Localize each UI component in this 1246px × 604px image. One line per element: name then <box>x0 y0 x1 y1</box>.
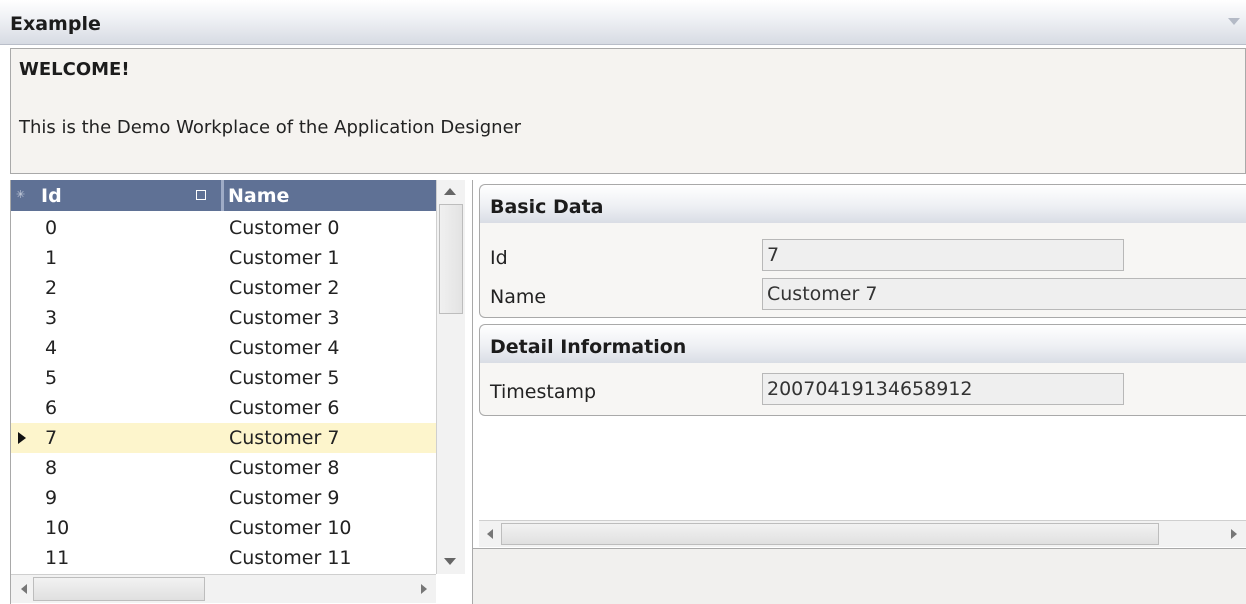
grid-corner-icon[interactable]: ✳ <box>16 188 30 202</box>
table-row[interactable]: 1 Customer 1 <box>11 243 436 273</box>
welcome-message: This is the Demo Workplace of the Applic… <box>19 117 522 138</box>
name-field[interactable]: Customer 7 <box>762 278 1246 310</box>
grid-horizontal-scrollbar[interactable] <box>11 574 436 603</box>
cell-name: Customer 4 <box>229 337 340 359</box>
column-header-id[interactable]: Id <box>41 183 219 209</box>
detail-panel: Basic Data Id 7 Name Customer 7 Detail I… <box>472 180 1246 548</box>
timestamp-label: Timestamp <box>490 381 597 403</box>
cell-name: Customer 10 <box>229 517 352 539</box>
cell-id: 5 <box>45 367 58 389</box>
id-label: Id <box>490 247 508 269</box>
scroll-thumb[interactable] <box>501 523 1159 545</box>
scroll-thumb[interactable] <box>33 577 205 601</box>
table-row[interactable]: 6 Customer 6 <box>11 393 436 423</box>
cell-name: Customer 0 <box>229 217 340 239</box>
cell-name: Customer 1 <box>229 247 340 269</box>
basic-data-title: Basic Data <box>490 196 604 218</box>
column-header-name[interactable]: Name <box>228 183 289 209</box>
scroll-down-icon[interactable] <box>444 558 456 565</box>
grid-header: ✳ Id Name <box>11 180 436 211</box>
status-area <box>472 548 1246 604</box>
cell-id: 7 <box>45 427 58 449</box>
column-separator[interactable] <box>221 180 224 211</box>
id-field[interactable]: 7 <box>762 239 1124 271</box>
cell-id: 1 <box>45 247 58 269</box>
collapse-icon[interactable] <box>1228 18 1240 25</box>
grid-vertical-scrollbar[interactable] <box>436 180 465 574</box>
table-row[interactable]: 9 Customer 9 <box>11 483 436 513</box>
table-row[interactable]: 2 Customer 2 <box>11 273 436 303</box>
cell-name: Customer 9 <box>229 487 340 509</box>
cell-name: Customer 2 <box>229 277 340 299</box>
scroll-left-icon[interactable] <box>21 584 27 594</box>
detail-information-section: Detail Information Timestamp 20070419134… <box>479 324 1246 416</box>
cell-id: 6 <box>45 397 58 419</box>
cell-id: 4 <box>45 337 58 359</box>
welcome-heading: WELCOME! <box>19 59 130 80</box>
timestamp-field[interactable]: 20070419134658912 <box>762 373 1124 405</box>
window-title: Example <box>10 13 101 35</box>
table-row[interactable]: 4 Customer 4 <box>11 333 436 363</box>
cell-id: 2 <box>45 277 58 299</box>
table-row[interactable]: 8 Customer 8 <box>11 453 436 483</box>
scroll-right-icon[interactable] <box>1231 529 1237 539</box>
sort-icon[interactable] <box>196 190 206 200</box>
cell-name: Customer 3 <box>229 307 340 329</box>
scroll-right-icon[interactable] <box>421 584 427 594</box>
scroll-thumb[interactable] <box>439 204 463 314</box>
table-row[interactable]: 7 Customer 7 <box>11 423 436 453</box>
table-row[interactable]: 3 Customer 3 <box>11 303 436 333</box>
table-row[interactable]: 10 Customer 10 <box>11 513 436 543</box>
cell-id: 3 <box>45 307 58 329</box>
cell-id: 9 <box>45 487 58 509</box>
basic-data-section: Basic Data Id 7 Name Customer 7 <box>479 184 1246 318</box>
cell-name: Customer 8 <box>229 457 340 479</box>
table-row[interactable]: 11 Customer 11 <box>11 543 436 573</box>
table-row[interactable]: 0 Customer 0 <box>11 213 436 243</box>
scroll-up-icon[interactable] <box>444 188 456 195</box>
customer-grid: ✳ Id Name 0 Customer 0 1 Customer 1 2 Custome… <box>10 180 465 604</box>
cell-id: 10 <box>45 517 70 539</box>
row-marker-icon <box>18 432 26 444</box>
cell-name: Customer 5 <box>229 367 340 389</box>
cell-id: 8 <box>45 457 58 479</box>
section-header: Basic Data <box>480 185 1246 223</box>
cell-name: Customer 6 <box>229 397 340 419</box>
cell-id: 11 <box>45 547 70 569</box>
detail-information-title: Detail Information <box>490 336 687 358</box>
cell-name: Customer 7 <box>229 427 340 449</box>
cell-name: Customer 11 <box>229 547 352 569</box>
welcome-panel: WELCOME! This is the Demo Workplace of t… <box>10 48 1246 174</box>
cell-id: 0 <box>45 217 58 239</box>
detail-horizontal-scrollbar[interactable] <box>479 520 1246 547</box>
grid-rows: 0 Customer 0 1 Customer 1 2 Customer 2 3 Custom… <box>11 213 436 573</box>
name-label: Name <box>490 286 547 308</box>
section-header: Detail Information <box>480 325 1246 363</box>
scroll-left-icon[interactable] <box>487 529 493 539</box>
window-titlebar: Example <box>0 0 1246 45</box>
table-row[interactable]: 5 Customer 5 <box>11 363 436 393</box>
